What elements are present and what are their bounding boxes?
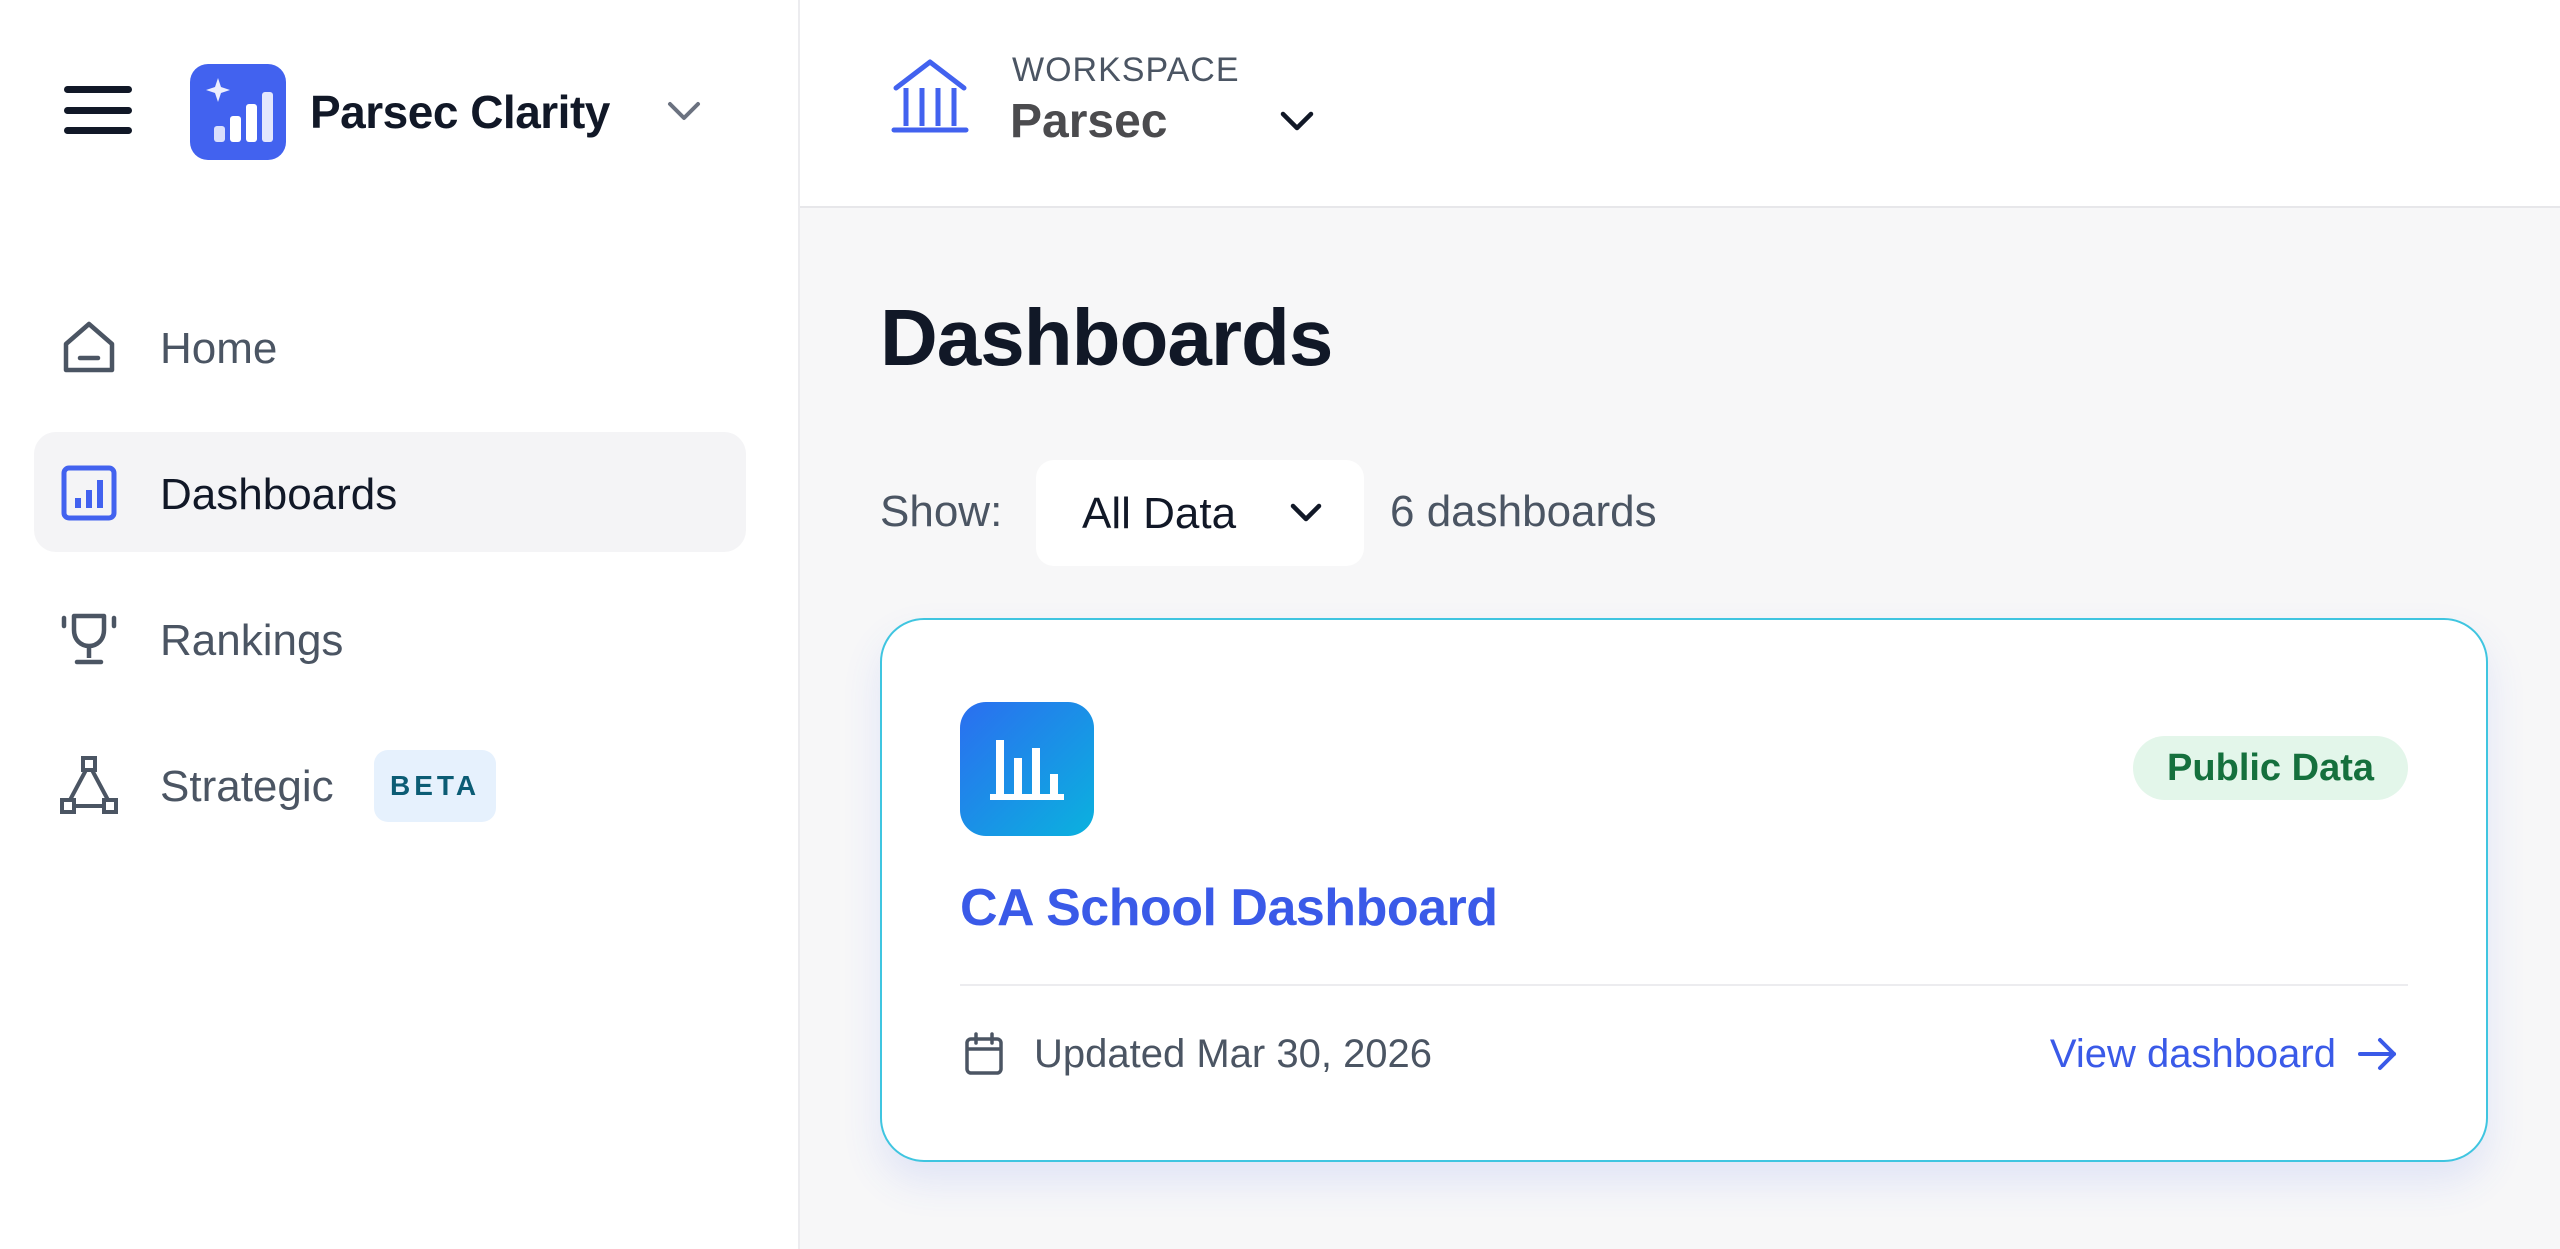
brand-logo-icon [190, 64, 286, 160]
sidebar-item-strategic[interactable]: Strategic BETA [34, 724, 746, 844]
beta-badge: BETA [374, 750, 497, 822]
brand-name[interactable]: Parsec Clarity [310, 84, 610, 140]
page-title: Dashboards [880, 293, 1333, 382]
public-data-badge: Public Data [2133, 736, 2408, 800]
filter-selected-value: All Data [1082, 489, 1237, 538]
sidebar-item-rankings[interactable]: Rankings [34, 578, 746, 698]
brand-row: Parsec Clarity [0, 0, 800, 224]
chevron-down-icon[interactable] [664, 94, 704, 130]
home-icon [60, 318, 118, 376]
sidebar: Parsec Clarity Home Dashboards Rankings … [0, 0, 800, 1249]
menu-toggle-button[interactable] [64, 86, 132, 134]
view-dashboard-link[interactable]: View dashboard [2050, 1030, 2400, 1078]
sidebar-item-label: Rankings [160, 616, 344, 665]
dashboard-card[interactable]: Public Data CA School Dashboard Updated … [880, 618, 2488, 1162]
calendar-icon [964, 1032, 1004, 1076]
bar-chart-icon [60, 464, 118, 522]
sidebar-nav: Home Dashboards Rankings Strategic BETA [34, 286, 746, 870]
updated-date: Updated Mar 30, 2026 [1034, 1032, 1433, 1076]
data-filter-select[interactable]: All Data [1036, 460, 1364, 566]
workspace-name[interactable]: Parsec [1010, 94, 1167, 150]
dashboard-count: 6 dashboards [1390, 487, 1657, 536]
card-divider [960, 984, 2408, 986]
workspace-header: WORKSPACE Parsec [800, 0, 2560, 208]
hamburger-line [64, 86, 132, 93]
arrow-right-icon [2356, 1034, 2400, 1074]
trophy-icon [60, 610, 118, 668]
dashboard-title-link[interactable]: CA School Dashboard [960, 876, 1498, 940]
sidebar-item-label: Home [160, 324, 278, 373]
sidebar-item-label: Dashboards [160, 470, 398, 519]
view-dashboard-label: View dashboard [2049, 1032, 2336, 1076]
bar-chart-icon [960, 702, 1094, 836]
network-icon [60, 756, 118, 814]
filter-label: Show: [880, 487, 1003, 536]
workspace-label: WORKSPACE [1012, 51, 1240, 89]
chevron-down-icon [1286, 496, 1326, 532]
hamburger-line [64, 127, 132, 134]
hamburger-line [64, 106, 132, 114]
building-icon [890, 58, 970, 136]
chevron-down-icon[interactable] [1276, 104, 1318, 140]
sidebar-item-dashboards[interactable]: Dashboards [34, 432, 746, 552]
sidebar-item-home[interactable]: Home [34, 286, 746, 406]
sidebar-item-label: Strategic [160, 762, 334, 811]
